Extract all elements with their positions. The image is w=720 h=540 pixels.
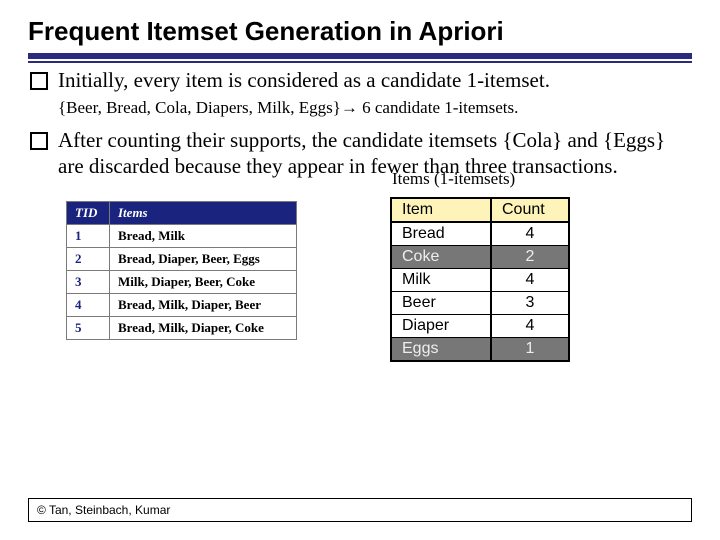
tx-tid: 3 xyxy=(67,271,110,294)
tx-tid: 4 xyxy=(67,294,110,317)
tx-header-items: Items xyxy=(110,202,297,225)
bullet-1: Initially, every item is considered as a… xyxy=(30,67,692,93)
it-item: Bread xyxy=(391,222,491,246)
it-count: 2 xyxy=(491,246,569,269)
it-item: Milk xyxy=(391,269,491,292)
tx-items: Milk, Diaper, Beer, Coke xyxy=(110,271,297,294)
bullet-list: Initially, every item is considered as a… xyxy=(30,67,692,179)
it-header-item: Item xyxy=(391,198,491,222)
it-header-count: Count xyxy=(491,198,569,222)
it-count: 1 xyxy=(491,338,569,362)
table-row: Beer3 xyxy=(391,292,569,315)
tx-items: Bread, Milk, Diaper, Coke xyxy=(110,317,297,340)
table-row: 2Bread, Diaper, Beer, Eggs xyxy=(67,248,297,271)
table-row: Bread4 xyxy=(391,222,569,246)
it-item: Coke xyxy=(391,246,491,269)
bullet-1-subnote: {Beer, Bread, Cola, Diapers, Milk, Eggs}… xyxy=(58,97,692,118)
it-item: Beer xyxy=(391,292,491,315)
bullet-marker-icon xyxy=(30,132,48,150)
it-count: 4 xyxy=(491,222,569,246)
items-caption: Items (1-itemsets) xyxy=(392,169,515,189)
tables-area: Items (1-itemsets) TID Items 1Bread, Mil… xyxy=(28,193,692,393)
tx-tid: 5 xyxy=(67,317,110,340)
tx-items: Bread, Milk, Diaper, Beer xyxy=(110,294,297,317)
it-item: Eggs xyxy=(391,338,491,362)
table-row: 1Bread, Milk xyxy=(67,225,297,248)
it-count: 4 xyxy=(491,269,569,292)
table-row: Milk4 xyxy=(391,269,569,292)
bullet-2-text: After counting their supports, the candi… xyxy=(58,127,692,180)
transactions-table: TID Items 1Bread, Milk2Bread, Diaper, Be… xyxy=(66,201,297,340)
bullet-1-text: Initially, every item is considered as a… xyxy=(58,67,692,93)
tx-items: Bread, Diaper, Beer, Eggs xyxy=(110,248,297,271)
footer-credit: © Tan, Steinbach, Kumar xyxy=(28,498,692,522)
table-row: 5Bread, Milk, Diaper, Coke xyxy=(67,317,297,340)
table-row: Diaper4 xyxy=(391,315,569,338)
bullet-2: After counting their supports, the candi… xyxy=(30,127,692,180)
tx-header-tid: TID xyxy=(67,202,110,225)
it-count: 4 xyxy=(491,315,569,338)
table-row: Coke2 xyxy=(391,246,569,269)
it-item: Diaper xyxy=(391,315,491,338)
tx-items: Bread, Milk xyxy=(110,225,297,248)
table-row: 4Bread, Milk, Diaper, Beer xyxy=(67,294,297,317)
tx-tid: 2 xyxy=(67,248,110,271)
slide: Frequent Itemset Generation in Apriori I… xyxy=(0,0,720,540)
table-row: 3Milk, Diaper, Beer, Coke xyxy=(67,271,297,294)
itemset-table: Item Count Bread4Coke2Milk4Beer3Diaper4E… xyxy=(390,197,570,362)
tx-tid: 1 xyxy=(67,225,110,248)
slide-title: Frequent Itemset Generation in Apriori xyxy=(28,16,692,47)
table-row: Eggs1 xyxy=(391,338,569,362)
it-count: 3 xyxy=(491,292,569,315)
bullet-marker-icon xyxy=(30,72,48,90)
